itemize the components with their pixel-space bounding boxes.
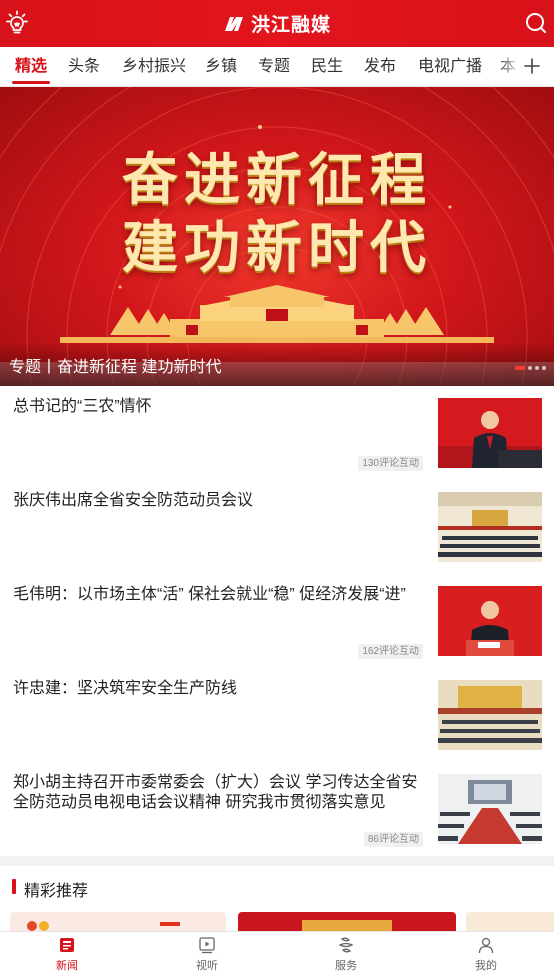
service-icon bbox=[338, 937, 354, 953]
news-thumbnail bbox=[438, 492, 542, 562]
tab-releases[interactable]: 发布 bbox=[364, 47, 396, 86]
carousel-indicator bbox=[515, 366, 546, 370]
news-title: 许忠建：坚决筑牢安全生产防线 bbox=[13, 680, 238, 697]
app-logo: 洪江融媒 bbox=[223, 10, 331, 37]
app-header: 洪江融媒 bbox=[0, 0, 554, 47]
profile-icon bbox=[478, 937, 494, 954]
tab-headlines[interactable]: 头条 bbox=[68, 47, 100, 86]
news-thumbnail bbox=[438, 586, 542, 656]
section-accent-bar bbox=[12, 879, 16, 894]
nav-label: 我的 bbox=[475, 960, 497, 972]
news-thumbnail bbox=[438, 680, 542, 750]
banner-carousel[interactable]: 奋进新征程 建功新时代 专题丨奋进新征程 建功新时代 bbox=[0, 87, 554, 386]
nav-news[interactable]: 新闻 bbox=[27, 932, 107, 975]
app-screen: 洪江融媒 精选 头条 乡村振兴 乡镇 专题 民生 发布 电视广播 本 bbox=[0, 0, 554, 975]
banner-headline-line2: 建功新时代 bbox=[122, 215, 432, 281]
carousel-dot bbox=[535, 366, 539, 370]
search-icon[interactable] bbox=[524, 11, 548, 35]
news-thumbnail bbox=[438, 398, 542, 468]
news-item[interactable]: 许忠建：坚决筑牢安全生产防线 bbox=[0, 668, 554, 762]
news-thumbnail bbox=[438, 774, 542, 844]
carousel-dot bbox=[542, 366, 546, 370]
tab-featured[interactable]: 精选 bbox=[11, 47, 51, 86]
carousel-dot-active bbox=[515, 366, 525, 370]
news-title: 张庆伟出席全省安全防范动员会议 bbox=[13, 492, 254, 509]
video-icon bbox=[199, 937, 215, 954]
lightbulb-icon[interactable] bbox=[4, 10, 30, 36]
carousel-dot bbox=[528, 366, 532, 370]
bottom-nav: 新闻 视听 服务 我的 bbox=[0, 931, 554, 975]
tab-livelihood[interactable]: 民生 bbox=[311, 47, 343, 86]
tab-special[interactable]: 专题 bbox=[258, 47, 290, 86]
recommend-title: 精彩推荐 bbox=[24, 883, 89, 900]
channel-tabs: 精选 头条 乡村振兴 乡镇 专题 民生 发布 电视广播 本 bbox=[0, 47, 554, 87]
news-item[interactable]: 总书记的“三农”情怀 130评论互动 bbox=[0, 386, 554, 480]
news-item[interactable]: 张庆伟出席全省安全防范动员会议 bbox=[0, 480, 554, 574]
nav-video[interactable]: 视听 bbox=[167, 932, 247, 975]
news-title: 郑小胡主持召开市委常委会（扩大）会议 学习传达全省安全防范动员电视电话会议精神 … bbox=[13, 774, 418, 811]
nav-label: 新闻 bbox=[56, 960, 78, 972]
logo-mark-icon bbox=[224, 16, 243, 31]
recommend-card[interactable] bbox=[238, 912, 456, 932]
recommend-section: 精彩推荐 bbox=[0, 866, 554, 932]
news-list: 总书记的“三农”情怀 130评论互动 张庆伟出席全省安全防范动员会议 毛伟明：以… bbox=[0, 386, 554, 856]
recommend-card[interactable] bbox=[466, 912, 554, 932]
nav-label: 视听 bbox=[196, 960, 218, 972]
banner-caption: 专题丨奋进新征程 建功新时代 bbox=[9, 359, 222, 376]
news-title: 总书记的“三农”情怀 bbox=[13, 398, 152, 415]
nav-profile[interactable]: 我的 bbox=[446, 932, 526, 975]
news-title: 毛伟明：以市场主体“活” 保社会就业“稳” 促经济发展“进” bbox=[13, 586, 406, 603]
tab-rural-revitalization[interactable]: 乡村振兴 bbox=[122, 47, 186, 86]
nav-label: 服务 bbox=[335, 960, 357, 972]
news-item[interactable]: 郑小胡主持召开市委常委会（扩大）会议 学习传达全省安全防范动员电视电话会议精神 … bbox=[0, 762, 554, 856]
nav-service[interactable]: 服务 bbox=[306, 932, 386, 975]
news-icon bbox=[60, 938, 74, 952]
recommend-card[interactable] bbox=[10, 912, 226, 932]
tab-tv-radio[interactable]: 电视广播 bbox=[418, 47, 482, 86]
comment-count-badge: 162评论互动 bbox=[358, 644, 423, 659]
comment-count-badge: 86评论互动 bbox=[363, 832, 423, 847]
banner-caption-overlay: 专题丨奋进新征程 建功新时代 bbox=[0, 342, 554, 386]
news-item[interactable]: 毛伟明：以市场主体“活” 保社会就业“稳” 促经济发展“进” 162评论互动 bbox=[0, 574, 554, 668]
logo-text: 洪江融媒 bbox=[250, 15, 331, 36]
plus-icon[interactable] bbox=[522, 56, 542, 76]
tab-towns[interactable]: 乡镇 bbox=[205, 47, 237, 86]
comment-count-badge: 130评论互动 bbox=[358, 456, 423, 471]
